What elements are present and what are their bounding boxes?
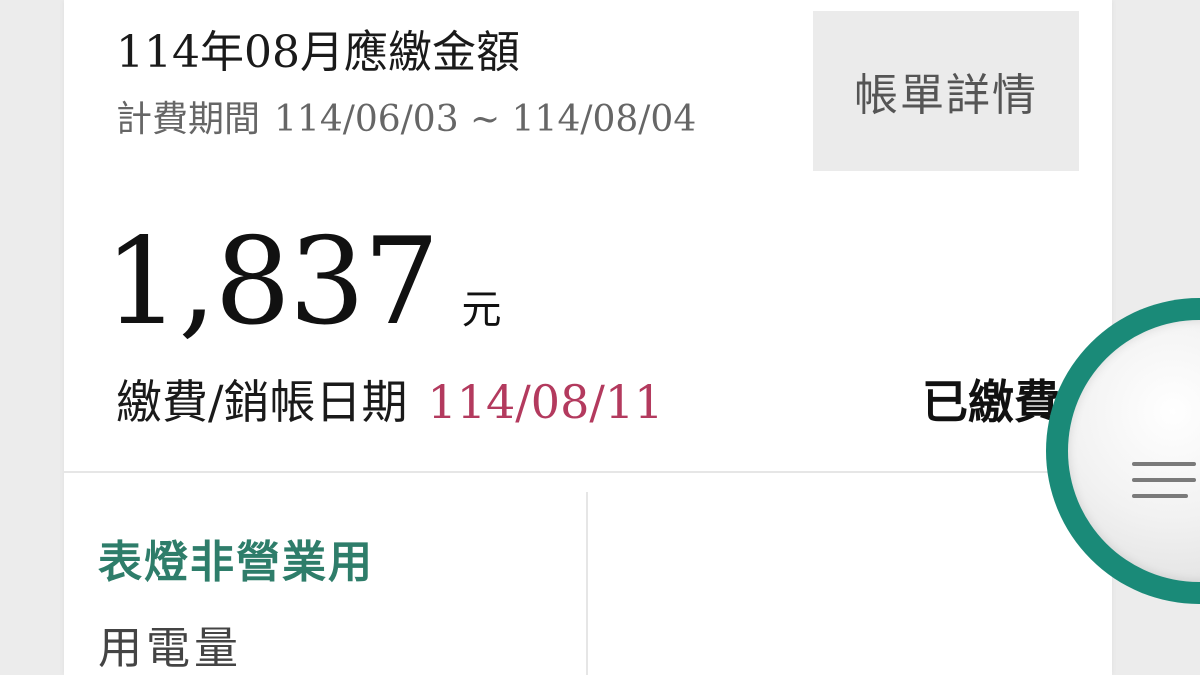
amount-due: 1,837 (104, 213, 440, 352)
bill-card: 114年08月應繳金額 計費期間 114/06/03 ~ 114/08/04 帳單… (64, 0, 1112, 675)
payment-date-row: 繳費/銷帳日期 114/08/11 (116, 374, 663, 430)
billing-period: 計費期間 114/06/03 ~ 114/08/04 (116, 98, 696, 142)
bill-title: 114年08月應繳金額 (116, 27, 520, 78)
column-divider (586, 492, 588, 675)
billing-period-label: 計費期間 (116, 99, 261, 140)
app-screen: 114年08月應繳金額 計費期間 114/06/03 ~ 114/08/04 帳單… (0, 0, 1200, 675)
floating-menu-button-face (1068, 320, 1200, 582)
rate-category: 表燈非營業用 (98, 537, 374, 588)
amount-row: 1,837 元 (104, 218, 502, 348)
billing-period-value: 114/06/03 ~ 114/08/04 (274, 99, 697, 140)
currency-unit: 元 (461, 287, 502, 333)
menu-icon (1132, 462, 1196, 502)
payment-date-label: 繳費/銷帳日期 (116, 375, 408, 429)
payment-date-value: 114/08/11 (427, 375, 664, 429)
payment-status-badge: 已繳費 (922, 375, 1060, 429)
bill-detail-button[interactable]: 帳單詳情 (813, 11, 1079, 171)
section-divider (64, 471, 1112, 473)
usage-label: 用電量 (98, 623, 242, 674)
